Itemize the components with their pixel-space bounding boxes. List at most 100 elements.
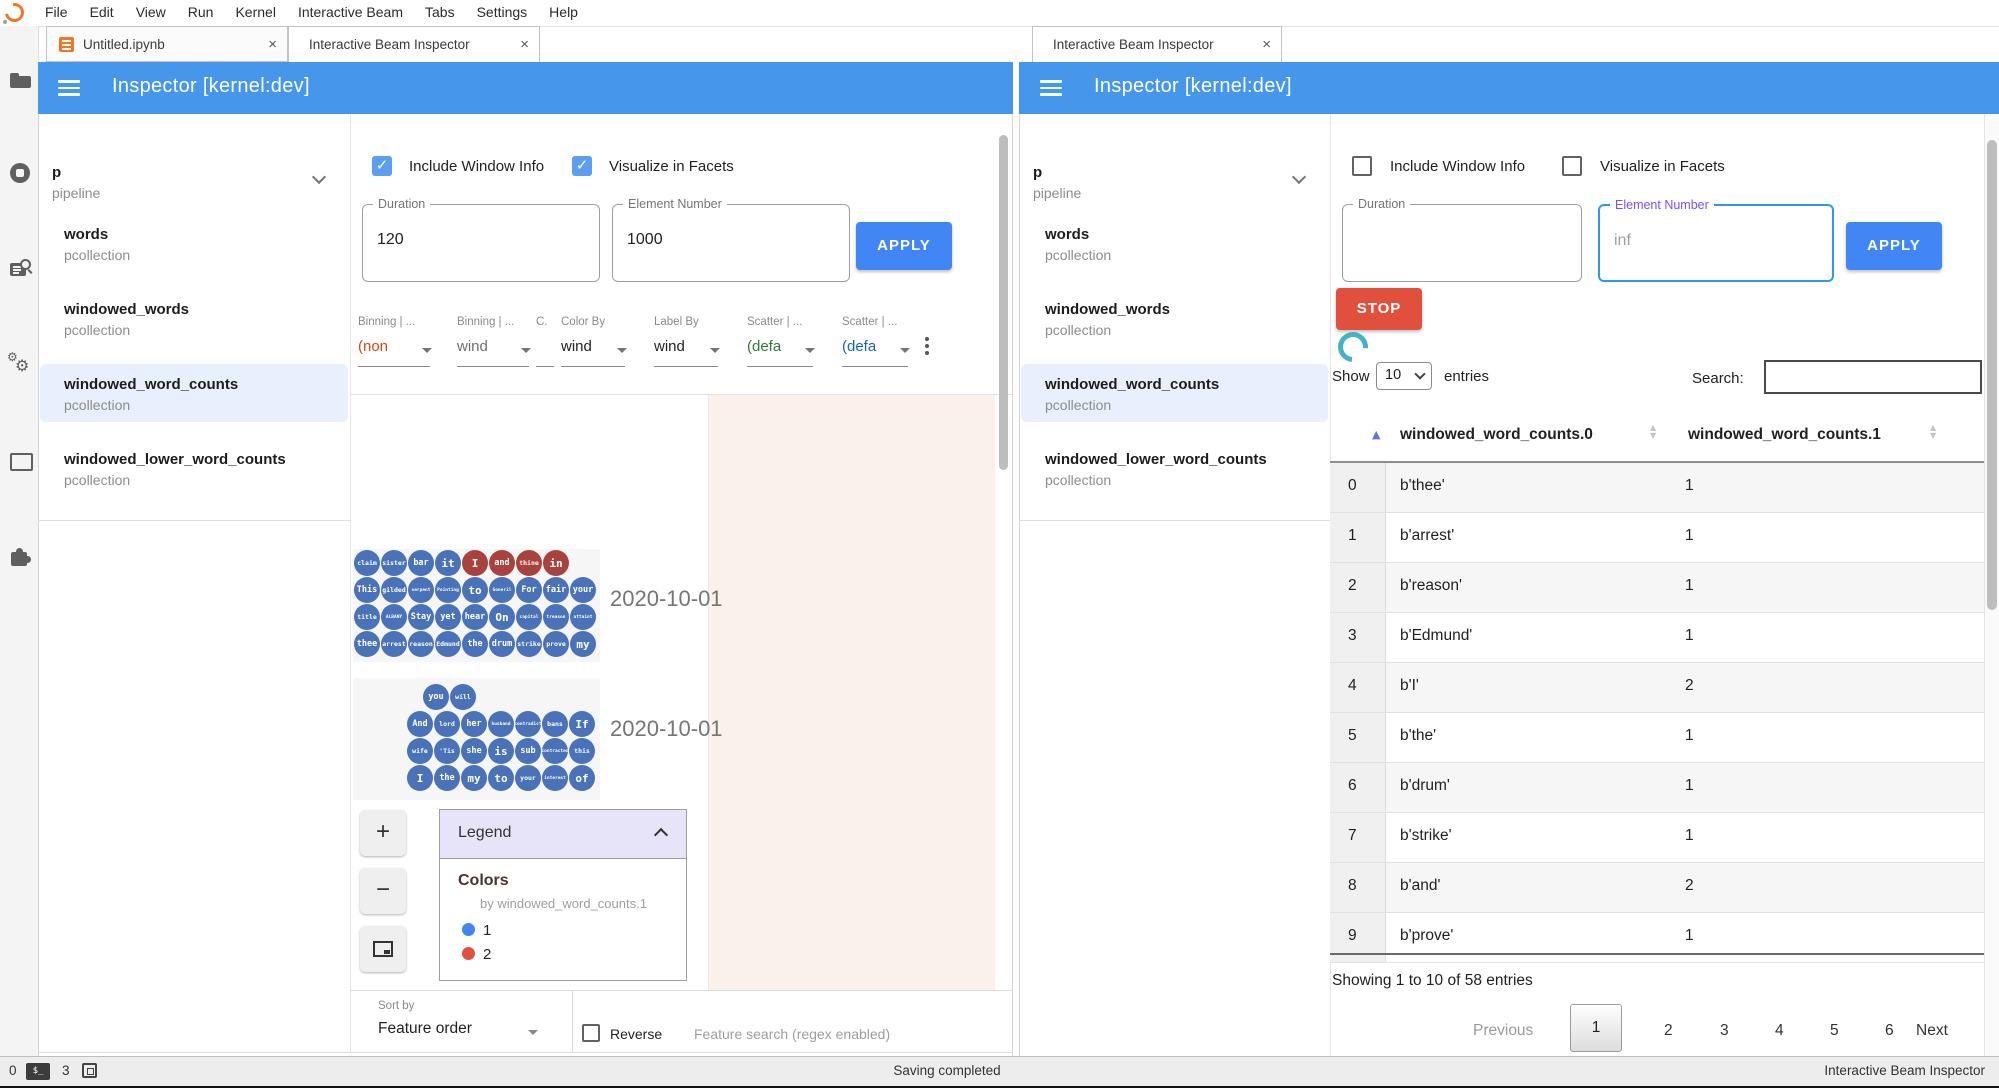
sort-ascending-icon[interactable]: ▲ [1372,428,1380,441]
word-bubble[interactable]: ALBANY [381,604,407,630]
word-bubble[interactable]: prove [543,631,569,657]
word-bubble[interactable]: sub [515,738,541,764]
table-row[interactable]: 2 b'reason' 1 [1330,563,1985,613]
word-bubble[interactable]: of [569,765,595,791]
tree-item-windowed_words[interactable]: windowed_words pcollection [64,301,376,338]
tree-item-words[interactable]: words pcollection [64,226,376,263]
word-bubble[interactable]: her [461,711,487,737]
hamburger-menu-icon[interactable] [1040,80,1062,96]
reverse-checkbox[interactable] [582,1024,600,1042]
tree-item-windowed_lower_word_counts[interactable]: windowed_lower_word_counts pcollection [1045,451,1356,488]
facet-control-4[interactable]: Label By wind [654,316,720,367]
menu-help[interactable]: Help [538,0,589,25]
property-gears-icon[interactable]: ⚙ ⚙ [7,350,31,376]
visualize-in-facets-checkbox[interactable]: ✓ [572,156,592,176]
close-icon[interactable]: × [520,36,529,53]
word-bubble[interactable]: attaint [570,604,596,630]
word-bubble[interactable]: I [407,765,433,791]
word-bubble[interactable]: drum [489,631,515,657]
menu-edit[interactable]: Edit [79,0,125,25]
right-panel-scrollbar[interactable] [1987,140,1997,610]
menu-view[interactable]: View [125,0,177,25]
word-bubble[interactable]: interest [542,765,568,791]
facet-control-5[interactable]: Scatter | ... (defa [747,316,815,367]
table-row[interactable]: 5 b'the' 1 [1330,713,1985,763]
facet-control-3[interactable]: Color By wind [561,316,627,367]
word-bubble[interactable]: your [570,577,596,603]
word-bubble[interactable]: yet [435,604,461,630]
apply-button[interactable]: APPLY [856,222,952,270]
word-bubble[interactable]: and [489,550,515,576]
menu-settings[interactable]: Settings [466,0,539,25]
word-bubble[interactable]: will [450,684,476,710]
word-bubble[interactable]: contradict [515,711,541,737]
word-bubble[interactable]: claim [354,550,380,576]
word-bubble[interactable]: Stay [408,604,434,630]
word-bubble[interactable]: title [354,604,380,630]
menu-tabs[interactable]: Tabs [414,0,466,25]
word-bubble[interactable]: gilded [381,577,407,603]
word-bubble[interactable]: Pointing [435,577,461,603]
word-bubble[interactable]: bans [542,711,568,737]
terminal-count[interactable]: 0 [9,1063,17,1078]
facet-control-2[interactable]: C. [536,316,554,367]
legend-header[interactable]: Legend [440,810,686,859]
element-number-field[interactable]: Element Number inf [1598,198,1834,282]
include-window-info-checkbox[interactable]: ✓ [372,156,392,176]
table-row[interactable]: 9 b'prove' 1 [1330,913,1985,963]
word-bubble[interactable]: to [462,577,488,603]
word-bubble[interactable]: Edmund [435,631,461,657]
pagination-page[interactable]: 5 [1830,1022,1839,1040]
word-bubble[interactable]: contracted [542,738,568,764]
element-number-field[interactable]: Element Number 1000 [612,197,850,282]
duration-field[interactable]: Duration [1342,197,1582,282]
facet-control-0[interactable]: Binning | ... (non [358,316,432,367]
word-bubble[interactable]: thine [516,550,542,576]
zoom-out-button[interactable]: − [360,868,406,914]
fit-screen-button[interactable] [360,926,406,972]
kernel-count[interactable]: 3 [62,1063,70,1078]
tab-untitled-ipynb[interactable]: Untitled.ipynb × [46,26,288,62]
word-bubble[interactable]: in [543,550,569,576]
pagination-previous[interactable]: Previous [1473,1022,1533,1040]
stop-button[interactable]: STOP [1336,288,1422,330]
pagination-page[interactable]: 4 [1775,1022,1784,1040]
word-bubble[interactable]: strike [516,631,542,657]
word-bubble[interactable]: wife [407,738,433,764]
word-bubble[interactable]: I [462,550,488,576]
word-bubble[interactable]: On [489,604,515,630]
hamburger-menu-icon[interactable] [58,80,80,96]
tree-item-windowed_word_counts[interactable]: windowed_word_counts pcollection [1045,376,1356,413]
pagination-page-active[interactable]: 1 [1570,1004,1622,1052]
word-bubble[interactable]: the [434,765,460,791]
column-header-0[interactable]: windowed_word_counts.0 [1400,426,1593,444]
word-bubble[interactable]: you [423,684,449,710]
extensions-puzzle-icon[interactable] [9,546,31,568]
word-bubble[interactable]: she [461,738,487,764]
word-bubble[interactable]: treason [543,604,569,630]
pagination-page[interactable]: 6 [1885,1022,1894,1040]
word-bubble[interactable]: hear [462,604,488,630]
table-row[interactable]: 4 b'I' 2 [1330,663,1985,713]
word-bubble[interactable]: my [570,631,596,657]
word-bubble[interactable]: fair [543,577,569,603]
include-window-info-checkbox[interactable] [1352,156,1372,176]
table-row[interactable]: 3 b'Edmund' 1 [1330,613,1985,663]
word-bubble[interactable]: 'Tis [434,738,460,764]
open-tabs-icon[interactable] [9,450,33,472]
menu-interactive-beam[interactable]: Interactive Beam [287,0,414,25]
word-bubble[interactable]: bar [408,550,434,576]
facet-control-6[interactable]: Scatter | ... (defa [842,316,910,367]
file-browser-icon[interactable] [9,70,31,92]
word-bubble[interactable]: For [516,577,542,603]
word-bubble[interactable]: the [462,631,488,657]
facet-control-1[interactable]: Binning | ... wind [457,316,531,367]
menu-file[interactable]: File [34,0,79,25]
word-bubble[interactable]: sister [381,550,407,576]
word-bubble[interactable]: If [569,711,595,737]
pagination-next[interactable]: Next [1916,1022,1948,1040]
tree-item-words[interactable]: words pcollection [1045,226,1356,263]
word-bubble[interactable]: my [461,765,487,791]
visualize-in-facets-checkbox[interactable] [1562,156,1582,176]
table-row[interactable]: 6 b'drum' 1 [1330,763,1985,813]
